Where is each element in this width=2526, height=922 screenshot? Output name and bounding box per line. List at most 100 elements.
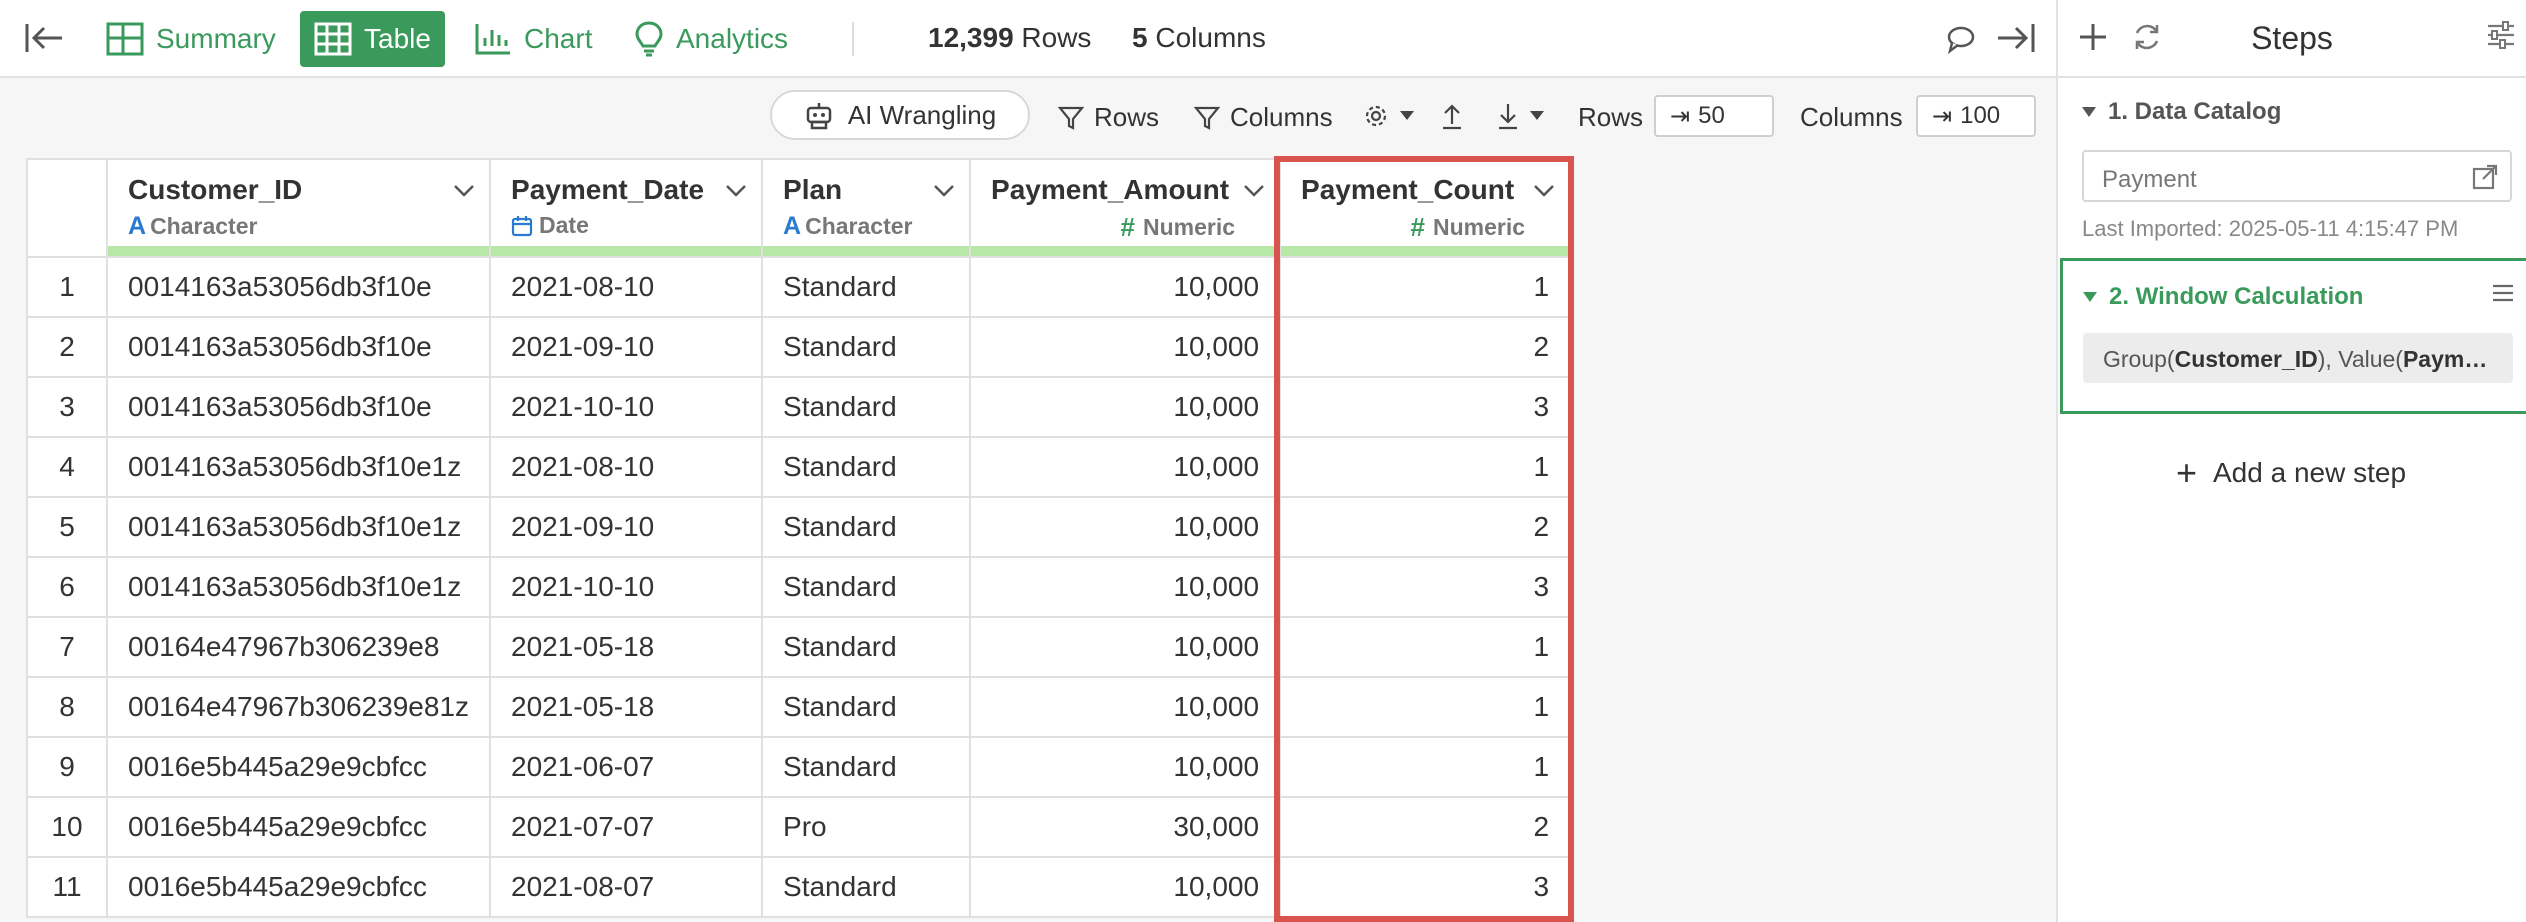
table-cell[interactable]: 2021-08-10: [489, 256, 764, 318]
table-cell[interactable]: 3: [1279, 856, 1572, 918]
tab-summary[interactable]: Summary: [92, 11, 290, 67]
download-dropdown[interactable]: [1496, 102, 1554, 130]
column-name: Customer_ID: [128, 174, 303, 205]
table-cell[interactable]: Standard: [761, 856, 972, 918]
column-header-payment-count[interactable]: Payment_Count # Numeric: [1279, 158, 1572, 258]
column-header-customer-id[interactable]: Customer_ID A Character: [105, 158, 492, 258]
table-cell[interactable]: 2021-10-10: [489, 556, 764, 618]
table-cell[interactable]: 1: [1279, 256, 1572, 318]
table-cell[interactable]: 0014163a53056db3f10e: [105, 316, 492, 378]
table-cell[interactable]: 0016e5b445a29e9cbfcc: [105, 856, 492, 918]
ai-wrangling-button[interactable]: AI Wrangling: [770, 90, 1030, 140]
table-cell[interactable]: 3: [1279, 376, 1572, 438]
table-cell[interactable]: 2: [1279, 316, 1572, 378]
table-cell[interactable]: 10,000: [969, 316, 1282, 378]
table-cell[interactable]: Standard: [761, 676, 972, 738]
external-link-icon[interactable]: [2472, 164, 2498, 197]
step-data-catalog[interactable]: 1. Data Catalog Payment Last Imported: 2…: [2082, 98, 2512, 242]
table-cell[interactable]: Standard: [761, 496, 972, 558]
table-cell[interactable]: 2021-09-10: [489, 316, 764, 378]
table-cell[interactable]: 1: [1279, 436, 1572, 498]
table-cell[interactable]: 2021-06-07: [489, 736, 764, 798]
table-cell[interactable]: 0014163a53056db3f10e: [105, 256, 492, 318]
table-cell[interactable]: 10,000: [969, 256, 1282, 318]
table-cell[interactable]: 0016e5b445a29e9cbfcc: [105, 736, 492, 798]
menu-icon[interactable]: [2490, 281, 2516, 310]
step-header[interactable]: 1. Data Catalog: [2082, 98, 2512, 126]
table-cell[interactable]: 10,000: [969, 856, 1282, 918]
table-cell[interactable]: 3: [1279, 556, 1572, 618]
table-cell[interactable]: Standard: [761, 256, 972, 318]
step-formula[interactable]: Group(Customer_ID), Value(Paym…: [2083, 333, 2513, 383]
table-cell[interactable]: 10,000: [969, 496, 1282, 558]
chevron-down-icon[interactable]: [1533, 184, 1555, 203]
table-cell[interactable]: 10,000: [969, 436, 1282, 498]
sliders-icon[interactable]: [2486, 20, 2516, 55]
table-cell[interactable]: 2021-05-18: [489, 616, 764, 678]
columns-filter-button[interactable]: Columns: [1194, 102, 1333, 133]
table-cell[interactable]: 2: [1279, 496, 1572, 558]
table-cell[interactable]: 2021-08-10: [489, 436, 764, 498]
rows-limit-input[interactable]: ⇥ 50: [1654, 95, 1774, 137]
caret-down-icon[interactable]: [2083, 292, 2097, 302]
steps-title: Steps: [2251, 20, 2333, 56]
chevron-down-icon[interactable]: [1243, 184, 1265, 203]
table-cell[interactable]: 30,000: [969, 796, 1282, 858]
table-cell[interactable]: Standard: [761, 616, 972, 678]
collapse-left-icon[interactable]: [24, 20, 66, 56]
table-cell[interactable]: 2021-09-10: [489, 496, 764, 558]
table-cell[interactable]: 0014163a53056db3f10e1z: [105, 556, 492, 618]
table-cell[interactable]: 0014163a53056db3f10e1z: [105, 436, 492, 498]
table-cell[interactable]: Standard: [761, 436, 972, 498]
rows-filter-button[interactable]: Rows: [1058, 102, 1159, 133]
table-cell[interactable]: 1: [1279, 676, 1572, 738]
tab-chart[interactable]: Chart: [460, 11, 606, 67]
table-cell[interactable]: 0014163a53056db3f10e1z: [105, 496, 492, 558]
step-header[interactable]: 2. Window Calculation: [2083, 283, 2363, 311]
collapse-right-icon[interactable]: [1996, 20, 2036, 61]
column-header-plan[interactable]: Plan A Character: [761, 158, 972, 258]
table-cell[interactable]: 2: [1279, 796, 1572, 858]
table-cell[interactable]: 0014163a53056db3f10e: [105, 376, 492, 438]
table-cell[interactable]: Standard: [761, 316, 972, 378]
dataset-field[interactable]: Payment: [2082, 150, 2512, 202]
table-row: 9 0016e5b445a29e9cbfcc 2021-06-07 Standard 1…: [26, 736, 1572, 798]
columns-limit-input[interactable]: ⇥ 100: [1916, 95, 2036, 137]
table-cell[interactable]: 2021-05-18: [489, 676, 764, 738]
download-icon: [1499, 104, 1517, 130]
tab-table[interactable]: Table: [300, 11, 445, 67]
chevron-down-icon[interactable]: [453, 184, 475, 203]
column-header-payment-amount[interactable]: Payment_Amount # Numeric: [969, 158, 1282, 258]
table-cell[interactable]: 10,000: [969, 676, 1282, 738]
table-cell[interactable]: 00164e47967b306239e8: [105, 616, 492, 678]
table-cell[interactable]: 2021-10-10: [489, 376, 764, 438]
step-window-calculation[interactable]: 2. Window Calculation Group(Customer_ID)…: [2060, 258, 2526, 414]
add-new-step-button[interactable]: + Add a new step: [2056, 452, 2526, 494]
table-cell[interactable]: 0016e5b445a29e9cbfcc: [105, 796, 492, 858]
table-cell[interactable]: Standard: [761, 376, 972, 438]
row-index: 4: [26, 436, 108, 498]
column-type: # Numeric: [1410, 212, 1526, 242]
table-cell[interactable]: 1: [1279, 616, 1572, 678]
table-cell[interactable]: 10,000: [969, 736, 1282, 798]
sort-ascending-button[interactable]: [1440, 102, 1474, 130]
settings-dropdown[interactable]: [1362, 102, 1424, 130]
table-cell[interactable]: 10,000: [969, 616, 1282, 678]
table-cell[interactable]: 00164e47967b306239e81z: [105, 676, 492, 738]
table-cell[interactable]: Standard: [761, 736, 972, 798]
column-header-payment-date[interactable]: Payment_Date Date: [489, 158, 764, 258]
table-cell[interactable]: Standard: [761, 556, 972, 618]
comment-icon[interactable]: [1946, 24, 1976, 59]
column-name: Payment_Count: [1301, 174, 1515, 205]
table-cell[interactable]: 2021-08-07: [489, 856, 764, 918]
table-cell[interactable]: 10,000: [969, 376, 1282, 438]
caret-down-icon[interactable]: [2082, 107, 2096, 117]
tab-analytics[interactable]: Analytics: [620, 11, 802, 67]
table-cell[interactable]: 10,000: [969, 556, 1282, 618]
table-cell[interactable]: 1: [1279, 736, 1572, 798]
chevron-down-icon[interactable]: [933, 184, 955, 203]
table-row: 1 0014163a53056db3f10e 2021-08-10 Standard 1…: [26, 256, 1572, 318]
chevron-down-icon[interactable]: [725, 184, 747, 203]
table-cell[interactable]: 2021-07-07: [489, 796, 764, 858]
table-cell[interactable]: Pro: [761, 796, 972, 858]
